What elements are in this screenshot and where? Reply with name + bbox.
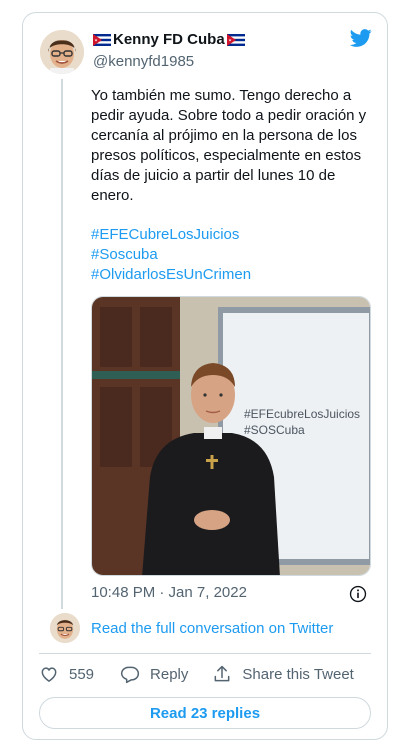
cuba-flag-icon	[93, 33, 111, 46]
share-icon	[214, 665, 230, 682]
divider	[39, 653, 371, 654]
like-button[interactable]: 559	[39, 664, 94, 684]
tweet-card: Kenny FD Cuba @kennyfd1985 Yo también me…	[22, 12, 388, 740]
hashtag-link[interactable]: #OlvidarlosEsUnCrimen	[91, 265, 251, 285]
cuba-flag-icon	[226, 33, 245, 46]
read-conversation-link[interactable]: Read the full conversation on Twitter	[91, 620, 333, 637]
heart-icon	[41, 667, 57, 682]
read-replies-button[interactable]: Read 23 replies	[39, 697, 371, 729]
hashtag-link[interactable]: #EFECubreLosJuicios	[91, 225, 251, 245]
conversation-avatar	[50, 613, 80, 643]
whiteboard-line: #SOSCuba	[244, 423, 305, 437]
share-label: Share this Tweet	[242, 665, 354, 683]
author-name-row[interactable]: Kenny FD Cuba	[93, 31, 245, 48]
tweet-timestamp[interactable]: 10:48 PM · Jan 7, 2022	[91, 584, 247, 601]
share-button[interactable]: Share this Tweet	[212, 664, 354, 684]
reply-button[interactable]: Reply	[120, 664, 188, 684]
twitter-bird-icon[interactable]	[349, 27, 373, 49]
tweet-actions: 559 Reply Share this Tweet	[39, 664, 354, 684]
tweet-text: Yo también me sumo. Tengo derecho a pedi…	[91, 87, 367, 204]
author-name[interactable]: Kenny FD Cuba	[113, 31, 225, 48]
thread-line	[61, 79, 63, 609]
whiteboard-line: #EFEcubreLosJuicios	[244, 407, 360, 421]
hashtag-list: #EFECubreLosJuicios #Soscuba #Olvidarlos…	[91, 225, 251, 285]
author-avatar[interactable]	[40, 30, 84, 74]
tweet-media-image[interactable]: #EFEcubreLosJuicios #SOSCuba	[91, 296, 371, 576]
like-count: 559	[69, 665, 95, 683]
hashtag-link[interactable]: #Soscuba	[91, 245, 251, 265]
author-handle[interactable]: @kennyfd1985	[93, 53, 194, 70]
info-icon[interactable]	[349, 585, 367, 603]
reply-bubble-icon	[120, 666, 140, 684]
reply-label: Reply	[150, 665, 189, 683]
